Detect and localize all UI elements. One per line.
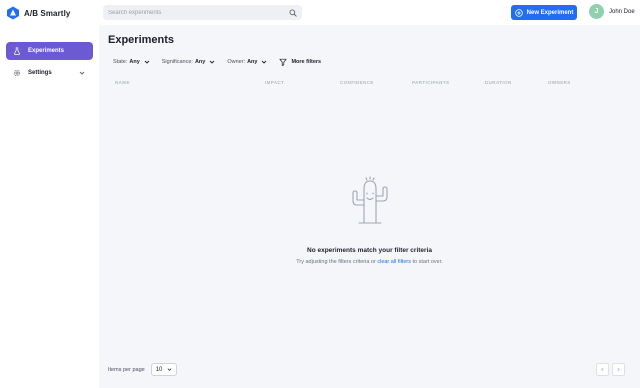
empty-state-subtitle: Try adjusting the filters criteria or cl… — [99, 259, 640, 265]
significance-filter[interactable]: Significance: Any — [162, 59, 216, 65]
flask-icon — [14, 47, 20, 55]
logo-icon — [7, 6, 19, 20]
empty-state: No experiments match your filter criteri… — [99, 175, 640, 265]
user-menu[interactable]: J John Doe — [589, 4, 635, 19]
filter-label: State: — [113, 59, 128, 65]
column-header-confidence[interactable]: CONFIDENCE — [340, 80, 374, 85]
filter-label: Significance: — [161, 59, 193, 65]
filter-value: Any — [194, 59, 206, 65]
top-bar: A/B Smartly New Experiment J John Doe — [0, 0, 640, 25]
funnel-icon — [279, 58, 288, 66]
state-filter[interactable]: State: Any — [113, 59, 150, 65]
chevron-down-icon — [144, 60, 150, 64]
empty-subtitle-suffix: to start over. — [410, 259, 443, 265]
column-header-duration[interactable]: DURATION — [485, 80, 512, 85]
gear-icon — [13, 69, 21, 77]
chevron-down-icon[interactable] — [79, 70, 85, 76]
empty-state-title: No experiments match your filter criteri… — [307, 247, 432, 254]
more-filters-label: More filters — [291, 59, 322, 65]
more-filters-button[interactable]: More filters — [279, 58, 321, 66]
filter-value: Any — [247, 59, 258, 65]
sidebar-item-experiments[interactable]: Experiments — [6, 42, 93, 60]
new-experiment-button[interactable]: New Experiment — [511, 5, 577, 20]
chevron-left-icon — [601, 367, 604, 372]
brand[interactable]: A/B Smartly — [6, 5, 70, 21]
filter-bar: State: Any Significance: Any Owner: Any … — [113, 58, 321, 66]
column-header-participants[interactable]: PARTICIPANTS — [412, 80, 449, 85]
sidebar-item-label: Experiments — [28, 48, 65, 54]
plus-circle-icon — [514, 8, 523, 17]
search-icon[interactable] — [289, 9, 297, 17]
empty-subtitle-prefix: Try adjusting the filters criteria or — [296, 259, 378, 265]
search-input[interactable] — [108, 9, 289, 16]
search-box — [103, 5, 302, 20]
sidebar: Experiments Settings — [0, 25, 99, 388]
chevron-down-icon — [167, 368, 172, 371]
column-header-name[interactable]: NAME — [115, 80, 130, 85]
chevron-down-icon — [210, 60, 215, 64]
sidebar-item-label: Settings — [28, 70, 52, 76]
filter-value: Any — [129, 59, 140, 65]
filter-label: Owner: — [227, 59, 246, 65]
items-per-page-value: 10 — [155, 366, 163, 373]
new-experiment-label: New Experiment — [526, 9, 574, 16]
cactus-illustration — [351, 176, 388, 224]
pagination-bar: Items per page 10 — [108, 363, 177, 376]
previous-page-button[interactable] — [596, 363, 609, 376]
chevron-right-icon — [617, 367, 620, 372]
owner-filter[interactable]: Owner: Any — [227, 59, 267, 65]
page-title: Experiments — [108, 34, 175, 46]
page-navigation — [596, 363, 625, 376]
user-name: John Doe — [609, 8, 635, 15]
items-per-page-label: Items per page — [108, 366, 145, 373]
app-name: A/B Smartly — [24, 8, 71, 18]
column-header-impact[interactable]: IMPACT — [265, 80, 284, 85]
items-per-page-select[interactable]: 10 — [150, 363, 177, 376]
column-header-owners[interactable]: OWNERS — [548, 80, 571, 85]
next-page-button[interactable] — [612, 363, 625, 376]
sidebar-item-settings[interactable]: Settings — [6, 64, 93, 82]
chevron-down-icon — [262, 60, 267, 64]
avatar: J — [589, 4, 604, 19]
main-content: Experiments State: Any Significance: Any… — [99, 25, 640, 388]
clear-all-filters-link[interactable]: clear all filters — [377, 259, 411, 265]
